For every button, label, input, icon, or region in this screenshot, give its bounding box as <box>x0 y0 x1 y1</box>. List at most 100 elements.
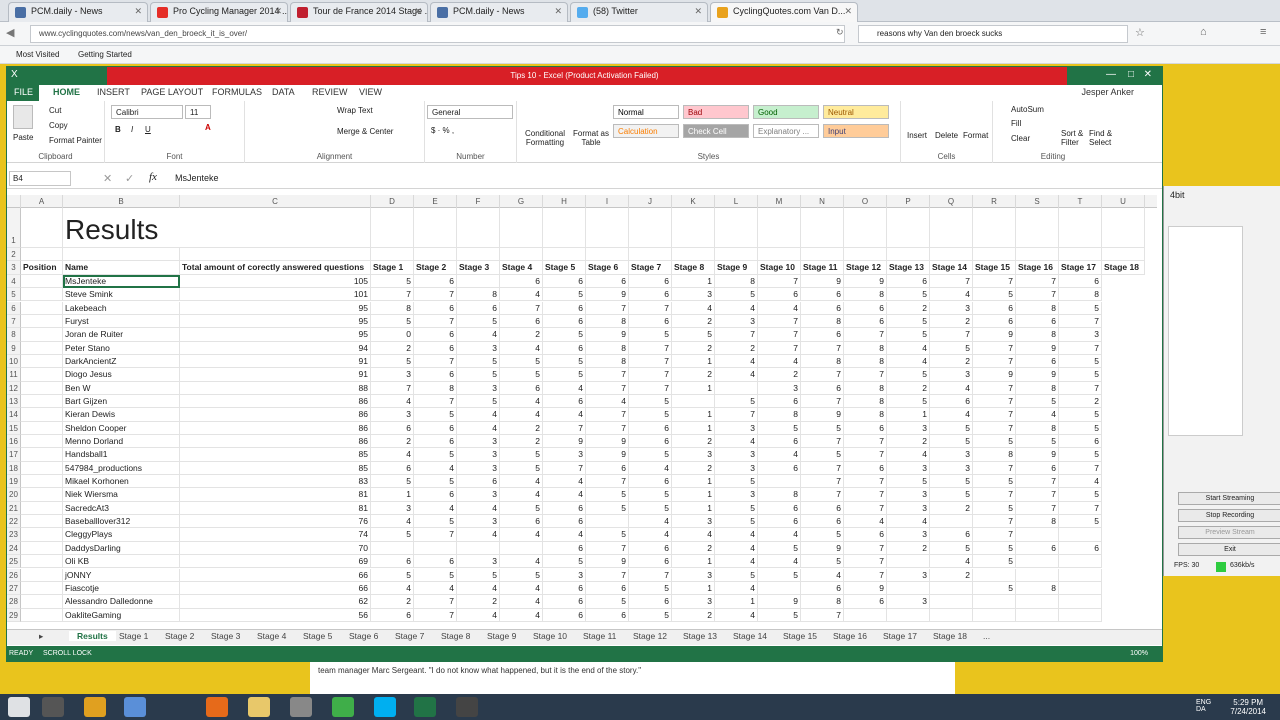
skype-icon[interactable] <box>374 697 396 717</box>
cell[interactable]: 1 <box>672 555 715 569</box>
sheet-tab[interactable]: Stage 15 <box>783 631 817 641</box>
cell[interactable]: 7 <box>1016 288 1059 302</box>
cell[interactable]: 5 <box>930 435 973 449</box>
cell[interactable]: 5 <box>457 354 500 369</box>
cell[interactable]: 5 <box>414 475 457 489</box>
cell[interactable]: 5 <box>930 475 973 489</box>
cell[interactable]: 95 <box>180 328 371 342</box>
cell[interactable]: 5 <box>500 461 543 476</box>
cell[interactable]: 7 <box>758 328 801 342</box>
cell[interactable]: 1 <box>371 488 414 502</box>
tab-data[interactable]: DATA <box>272 87 295 97</box>
enter-icon[interactable]: ✓ <box>125 172 134 185</box>
cell[interactable]: 7 <box>973 354 1016 369</box>
cell[interactable]: 5 <box>629 501 672 516</box>
column-header[interactable]: H <box>543 195 586 208</box>
cell[interactable]: 6 <box>629 274 672 289</box>
cell[interactable]: 6 <box>844 461 887 476</box>
cell[interactable]: 5 <box>887 394 930 409</box>
cell[interactable]: 7 <box>629 354 672 369</box>
cell[interactable]: 4 <box>930 555 973 569</box>
sheet-tab[interactable]: Stage 7 <box>395 631 424 641</box>
font-size-select[interactable]: 11 <box>185 105 211 119</box>
cell[interactable]: 7 <box>586 301 629 315</box>
column-header[interactable]: J <box>629 195 672 208</box>
cell[interactable]: 5 <box>543 328 586 342</box>
cell[interactable]: 7 <box>1059 381 1102 395</box>
cell[interactable]: 3 <box>715 488 758 502</box>
column-header[interactable]: O <box>844 195 887 208</box>
cell[interactable]: 5 <box>629 408 672 422</box>
cell[interactable] <box>21 595 63 609</box>
cell[interactable]: 6 <box>1016 354 1059 369</box>
cell[interactable] <box>844 208 887 248</box>
cell[interactable] <box>21 314 63 329</box>
cell[interactable]: 5 <box>801 555 844 569</box>
cell[interactable] <box>1059 595 1102 609</box>
cell[interactable]: 6 <box>543 541 586 556</box>
sheet-tab[interactable]: Stage 3 <box>211 631 240 641</box>
chrome-icon[interactable] <box>84 697 106 717</box>
cell[interactable]: 5 <box>629 608 672 622</box>
cell[interactable]: 7 <box>844 541 887 556</box>
cell[interactable]: 5 <box>801 528 844 542</box>
cell[interactable] <box>1059 248 1102 262</box>
cell[interactable]: 5 <box>973 581 1016 596</box>
cell[interactable]: 9 <box>543 435 586 449</box>
cell[interactable]: 5 <box>1059 301 1102 315</box>
cell[interactable] <box>1016 208 1059 248</box>
cell[interactable] <box>21 581 63 596</box>
cell[interactable]: 4 <box>371 581 414 596</box>
cell[interactable] <box>543 248 586 262</box>
row-header[interactable]: 1 <box>7 208 21 248</box>
cell[interactable]: 69 <box>180 555 371 569</box>
cell[interactable]: 2 <box>672 435 715 449</box>
cell[interactable]: 4 <box>371 448 414 462</box>
sheet-tab[interactable]: Stage 12 <box>633 631 667 641</box>
tab-insert[interactable]: INSERT <box>97 87 130 97</box>
cell[interactable] <box>21 248 63 262</box>
cell[interactable]: 7 <box>414 608 457 622</box>
cell[interactable]: 7 <box>844 488 887 502</box>
cell[interactable]: 6 <box>414 555 457 569</box>
cell[interactable]: 6 <box>414 341 457 355</box>
cell[interactable]: 4 <box>457 608 500 622</box>
cell[interactable] <box>21 555 63 569</box>
cell[interactable] <box>21 435 63 449</box>
cell[interactable]: Fiascotje <box>63 581 180 596</box>
explorer-icon[interactable] <box>248 697 270 717</box>
cell[interactable]: 4 <box>930 288 973 302</box>
cell[interactable]: 6 <box>500 515 543 529</box>
cell[interactable]: 91 <box>180 368 371 382</box>
cell[interactable]: 101 <box>180 288 371 302</box>
cell[interactable] <box>1016 528 1059 542</box>
cell[interactable]: 6 <box>543 394 586 409</box>
cell[interactable]: 5 <box>1016 394 1059 409</box>
cell[interactable]: 7 <box>715 328 758 342</box>
cell[interactable]: 81 <box>180 501 371 516</box>
cell[interactable] <box>586 208 629 248</box>
cell[interactable]: 3 <box>887 461 930 476</box>
cell[interactable]: 7 <box>758 274 801 289</box>
cell[interactable]: 6 <box>586 461 629 476</box>
cell[interactable]: 8 <box>1016 421 1059 435</box>
cell[interactable]: 5 <box>715 288 758 302</box>
cell[interactable]: 8 <box>586 314 629 329</box>
cell[interactable]: 76 <box>180 515 371 529</box>
cell[interactable]: 5 <box>973 288 1016 302</box>
cell[interactable]: 8 <box>973 448 1016 462</box>
sheet-tab[interactable]: Stage 18 <box>933 631 967 641</box>
cell[interactable]: 9 <box>758 595 801 609</box>
cell[interactable]: 7 <box>629 301 672 315</box>
column-title[interactable]: Stage 2 <box>414 261 457 275</box>
cell[interactable]: 6 <box>887 274 930 289</box>
cell[interactable]: 4 <box>629 528 672 542</box>
cell[interactable]: 5 <box>500 368 543 382</box>
cell[interactable]: 86 <box>180 408 371 422</box>
cell[interactable]: 7 <box>586 568 629 582</box>
row-header[interactable]: 25 <box>7 555 21 569</box>
formula-input[interactable]: MsJenteke <box>171 171 1156 186</box>
cell[interactable]: 4 <box>500 555 543 569</box>
cell[interactable] <box>930 208 973 248</box>
cell[interactable]: 4 <box>930 408 973 422</box>
